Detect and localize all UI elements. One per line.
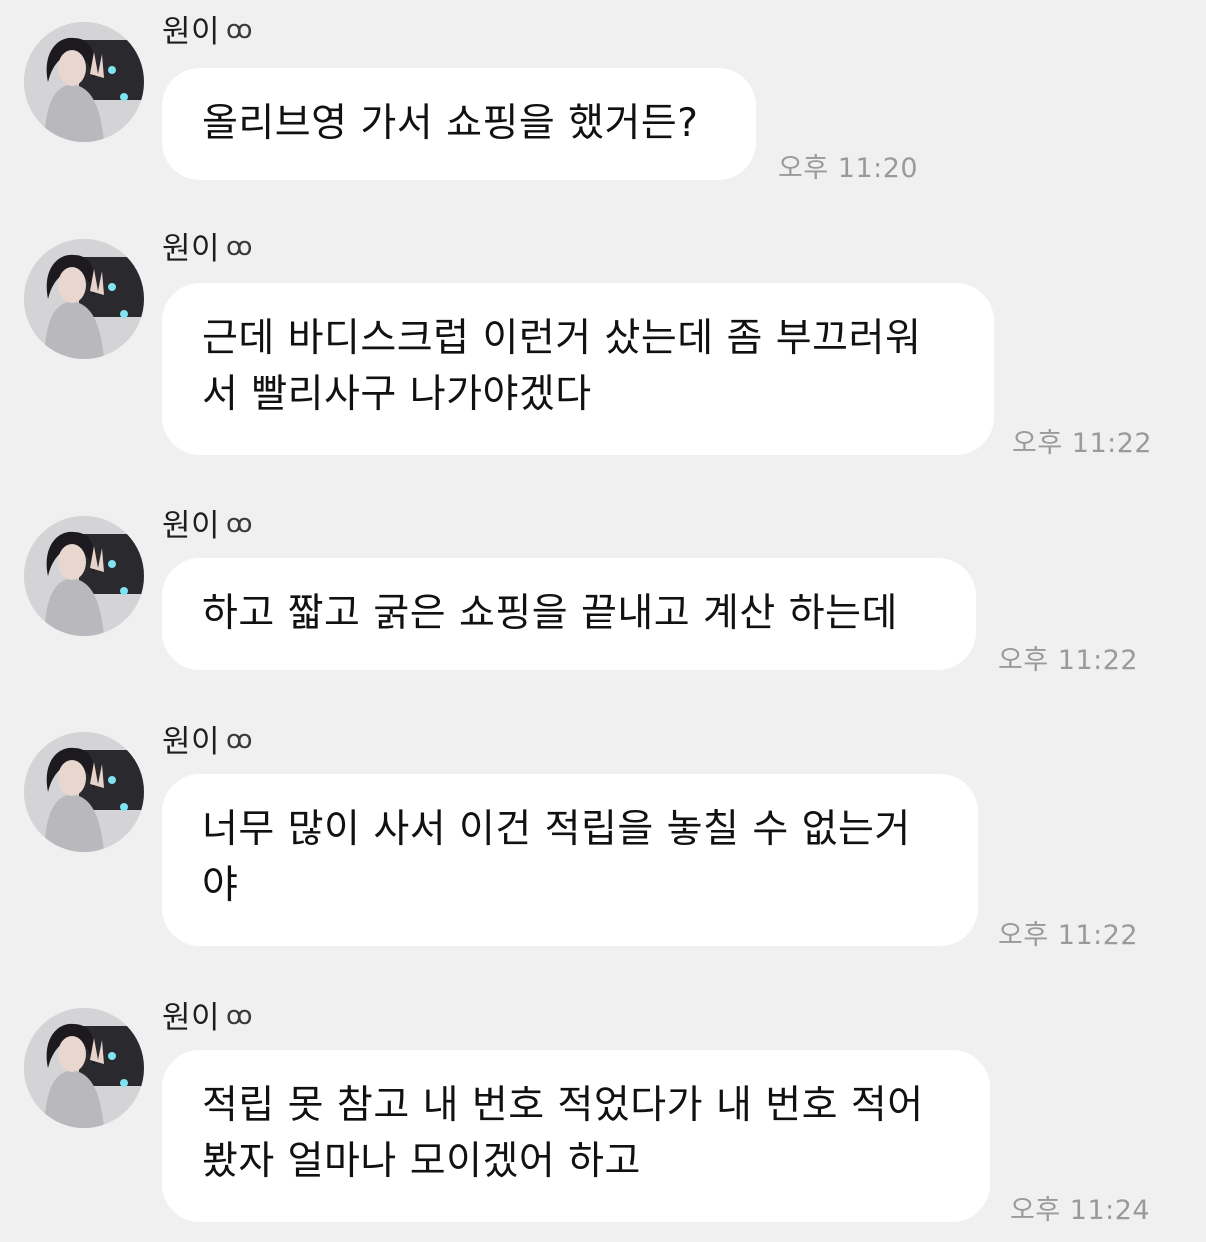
- avatar[interactable]: [24, 22, 144, 142]
- message-time: 오후 11:22: [1012, 428, 1153, 459]
- message-text: 올리브영 가서 쇼핑을 했거든?: [202, 101, 699, 146]
- avatar[interactable]: [24, 239, 144, 359]
- message-text: 적립 못 참고 내 번호 적었다가 내 번호 적어 봤자 얼마나 모이겠어 하고: [202, 1083, 924, 1184]
- message-bubble[interactable]: 너무 많이 사서 이건 적립을 놓칠 수 없는거 야: [162, 774, 978, 946]
- message-time: 오후 11:20: [778, 153, 919, 184]
- infinity-badge-icon: ꝏ: [226, 725, 253, 755]
- sender-name-row: 원이 ꝏ: [162, 994, 253, 1036]
- message-time: 오후 11:24: [1010, 1195, 1151, 1226]
- message-time: 오후 11:22: [998, 645, 1139, 676]
- sender-name: 원이: [162, 507, 221, 544]
- avatar[interactable]: [24, 516, 144, 636]
- sender-name-row: 원이 ꝏ: [162, 225, 253, 267]
- message-text: 하고 짧고 굵은 쇼핑을 끝내고 계산 하는데: [202, 591, 898, 636]
- sender-name: 원이: [162, 230, 221, 267]
- sender-name: 원이: [162, 13, 221, 50]
- message-bubble[interactable]: 올리브영 가서 쇼핑을 했거든?: [162, 68, 756, 180]
- sender-name-row: 원이 ꝏ: [162, 718, 253, 760]
- message-bubble[interactable]: 적립 못 참고 내 번호 적었다가 내 번호 적어 봤자 얼마나 모이겠어 하고: [162, 1050, 990, 1222]
- sender-name-row: 원이 ꝏ: [162, 8, 253, 50]
- sender-name: 원이: [162, 999, 221, 1036]
- infinity-badge-icon: ꝏ: [226, 15, 253, 45]
- message-text: 근데 바디스크럽 이런거 샀는데 좀 부끄러워 서 빨리사구 나가야겠다: [202, 316, 922, 417]
- message-time: 오후 11:22: [998, 920, 1139, 951]
- infinity-badge-icon: ꝏ: [226, 232, 253, 262]
- sender-name-row: 원이 ꝏ: [162, 502, 253, 544]
- infinity-badge-icon: ꝏ: [226, 1001, 253, 1031]
- message-bubble[interactable]: 하고 짧고 굵은 쇼핑을 끝내고 계산 하는데: [162, 558, 976, 670]
- sender-name: 원이: [162, 723, 221, 760]
- avatar[interactable]: [24, 732, 144, 852]
- avatar[interactable]: [24, 1008, 144, 1128]
- infinity-badge-icon: ꝏ: [226, 509, 253, 539]
- message-bubble[interactable]: 근데 바디스크럽 이런거 샀는데 좀 부끄러워 서 빨리사구 나가야겠다: [162, 283, 994, 455]
- message-text: 너무 많이 사서 이건 적립을 놓칠 수 없는거 야: [202, 807, 911, 908]
